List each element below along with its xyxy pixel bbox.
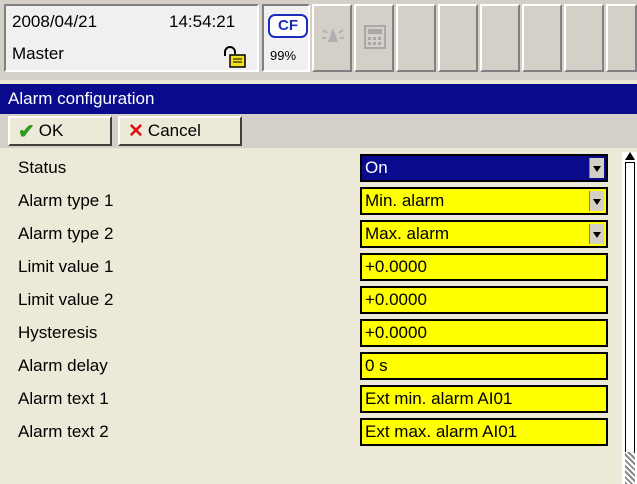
limit-value-1-field[interactable]: +0.0000 xyxy=(360,253,608,281)
alarm-bell-icon xyxy=(322,28,344,42)
empty-slot-5 xyxy=(564,4,604,72)
calculator-button[interactable] xyxy=(354,4,394,72)
chevron-down-icon[interactable] xyxy=(589,191,604,211)
alarm-type-2-label: Alarm type 2 xyxy=(18,224,114,243)
row-status: Status On xyxy=(0,152,620,182)
scroll-track[interactable] xyxy=(625,452,635,484)
ok-button[interactable]: ✔ OK xyxy=(8,116,112,146)
hysteresis-field[interactable]: +0.0000 xyxy=(360,319,608,347)
row-hysteresis: Hysteresis +0.0000 xyxy=(0,317,620,347)
alarm-bell-button[interactable] xyxy=(312,4,352,72)
alarm-type-1-value: Min. alarm xyxy=(365,191,445,210)
calculator-icon xyxy=(364,25,386,49)
cancel-button[interactable]: ✕ Cancel xyxy=(118,116,242,146)
limit-value-2-field[interactable]: +0.0000 xyxy=(360,286,608,314)
limit-value-2-label: Limit value 2 xyxy=(18,290,114,309)
alarm-type-2-value: Max. alarm xyxy=(365,224,450,243)
alarm-text-1-field[interactable]: Ext min. alarm AI01 xyxy=(360,385,608,413)
scroll-up-icon[interactable] xyxy=(625,152,635,160)
user-display: Master xyxy=(12,44,64,63)
row-alarm-text-1: Alarm text 1 Ext min. alarm AI01 xyxy=(0,383,620,413)
status-bar: 2008/04/21 14:54:21 Master CF 99% xyxy=(0,0,637,80)
alarm-config-form: Status On Alarm type 1 Min. alarm Alarm … xyxy=(0,152,620,484)
toolbar: ✔ OK ✕ Cancel xyxy=(0,114,637,148)
alarm-type-1-select[interactable]: Min. alarm xyxy=(360,187,608,215)
window-title: Alarm configuration xyxy=(0,84,637,114)
limit-value-1-label: Limit value 1 xyxy=(18,257,114,276)
row-alarm-type-2: Alarm type 2 Max. alarm xyxy=(0,218,620,248)
scroll-thumb[interactable] xyxy=(625,162,635,454)
checkmark-icon: ✔ xyxy=(18,120,35,143)
time-display: 14:54:21 xyxy=(169,12,236,31)
chevron-down-icon[interactable] xyxy=(589,224,604,244)
row-alarm-type-1: Alarm type 1 Min. alarm xyxy=(0,185,620,215)
empty-slot-1 xyxy=(396,4,436,72)
hysteresis-label: Hysteresis xyxy=(18,323,98,342)
alarm-text-1-label: Alarm text 1 xyxy=(18,389,109,408)
row-limit-value-1: Limit value 1 +0.0000 xyxy=(0,251,620,281)
cf-usage-percent: 99% xyxy=(270,48,297,63)
empty-slot-3 xyxy=(480,4,520,72)
date-display: 2008/04/21 xyxy=(12,12,98,31)
row-alarm-delay: Alarm delay 0 s xyxy=(0,350,620,380)
vertical-scrollbar[interactable] xyxy=(622,152,637,484)
status-select[interactable]: On xyxy=(360,154,608,182)
alarm-text-2-label: Alarm text 2 xyxy=(18,422,109,441)
status-label: Status xyxy=(18,158,67,177)
alarm-text-2-field[interactable]: Ext max. alarm AI01 xyxy=(360,418,608,446)
alarm-delay-label: Alarm delay xyxy=(18,356,108,375)
close-icon: ✕ xyxy=(128,120,144,142)
empty-slot-4 xyxy=(522,4,562,72)
alarm-type-1-label: Alarm type 1 xyxy=(18,191,114,210)
cf-card-status[interactable]: CF 99% xyxy=(262,4,310,72)
row-alarm-text-2: Alarm text 2 Ext max. alarm AI01 xyxy=(0,416,620,446)
empty-slot-6 xyxy=(606,4,637,72)
datetime-user-panel: 2008/04/21 14:54:21 Master xyxy=(4,4,259,72)
empty-slot-2 xyxy=(438,4,478,72)
ok-label: OK xyxy=(38,121,64,140)
alarm-type-2-select[interactable]: Max. alarm xyxy=(360,220,608,248)
cancel-label: Cancel xyxy=(147,121,201,140)
alarm-delay-field[interactable]: 0 s xyxy=(360,352,608,380)
row-limit-value-2: Limit value 2 +0.0000 xyxy=(0,284,620,314)
cf-card-icon: CF xyxy=(268,14,308,38)
chevron-down-icon[interactable] xyxy=(589,158,604,178)
lock-icon[interactable] xyxy=(221,46,247,68)
status-value: On xyxy=(365,158,388,177)
